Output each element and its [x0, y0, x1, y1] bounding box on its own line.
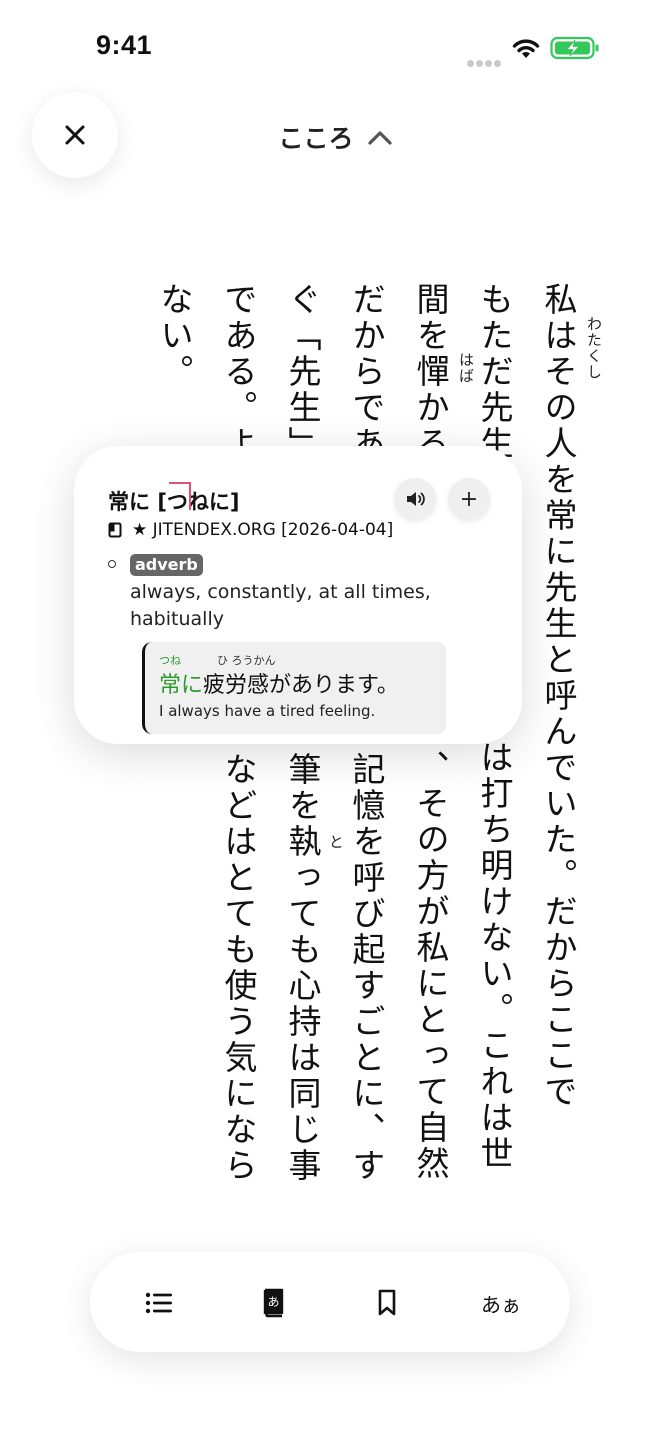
headword-reading-open: [ [157, 490, 167, 514]
font-settings-label: あぁ [481, 1292, 521, 1317]
wifi-icon [512, 39, 540, 58]
example-ruby-tsune: つね [159, 654, 181, 667]
headword-reading: つねに [167, 482, 230, 516]
speaker-icon [407, 492, 425, 506]
add-card-button[interactable]: + [448, 478, 490, 520]
book-icon [108, 522, 122, 538]
battery-charging-icon [550, 36, 599, 60]
text-column-6-lower: などはとても使う気になら [219, 752, 258, 1184]
book-title-button[interactable]: こころ [260, 112, 410, 162]
headword: 常に [つねに] [108, 482, 240, 516]
example-ruby-hirou: ひ ろうかん [217, 654, 276, 667]
bookmark-button[interactable] [362, 1278, 412, 1328]
example-rest: 疲労感があります。 [203, 673, 399, 698]
ruby-haba: はば [457, 352, 475, 384]
example-translation: I always have a tired feeling. [159, 702, 376, 720]
status-bar: 9:41 [0, 0, 660, 100]
status-time: 9:41 [96, 30, 153, 60]
text-column-1: 私はその人を常に先生と呼んでいた。だからここで [539, 282, 578, 1110]
svg-text:あ: あ [267, 1295, 279, 1309]
dictionary-popup: 常に [つねに] + ★ JITENDEX.ORG [2026-04-04] a… [74, 446, 522, 744]
example-highlight: 常に [159, 673, 204, 698]
example-sentence: つね ひ ろうかん 常に疲労感があります。 I always have a ti… [142, 642, 446, 734]
definition-gloss: always, constantly, at all times, habitu… [130, 581, 431, 630]
pitch-accent-mark [168, 482, 191, 510]
definition-bullet [108, 560, 116, 568]
dictionary-source-label: ★ JITENDEX.ORG [2026-04-04] [132, 520, 394, 540]
font-settings-button[interactable]: あぁ [476, 1278, 526, 1328]
headword-kanji: 常に [108, 490, 150, 514]
table-of-contents-button[interactable] [134, 1278, 184, 1328]
ruby-watakushi: わたくし [585, 316, 603, 380]
ruby-to: と [327, 834, 345, 850]
bottom-toolbar: あ あぁ [90, 1252, 570, 1352]
headword-reading-close: ] [229, 490, 240, 514]
chevron-up-icon [367, 131, 392, 145]
text-column-2-lower: は打ち明けない。これは世 [475, 740, 514, 1172]
cellular-signal-icon [467, 52, 503, 67]
book-title: こころ [278, 124, 354, 153]
example-japanese: 常に疲労感があります。 [159, 667, 399, 699]
text-column-5-lower: 筆を執っても心持は同じ事 [283, 752, 322, 1184]
close-icon [65, 125, 85, 145]
list-icon [145, 1292, 172, 1314]
dictionary-book-icon: あ [263, 1288, 284, 1318]
dictionary-button[interactable]: あ [248, 1278, 298, 1328]
close-button[interactable] [32, 92, 118, 178]
headword-reading-b: ねに [187, 490, 230, 514]
bookmark-icon [378, 1289, 396, 1316]
part-of-speech-badge: adverb [130, 554, 203, 576]
dictionary-source: ★ JITENDEX.ORG [2026-04-04] [108, 520, 393, 540]
text-column-4-lower: 記憶を呼び起すごとに、す [347, 752, 386, 1184]
play-audio-button[interactable] [394, 478, 436, 520]
text-column-3-lower: 、その方が私にとって自然 [411, 750, 450, 1182]
